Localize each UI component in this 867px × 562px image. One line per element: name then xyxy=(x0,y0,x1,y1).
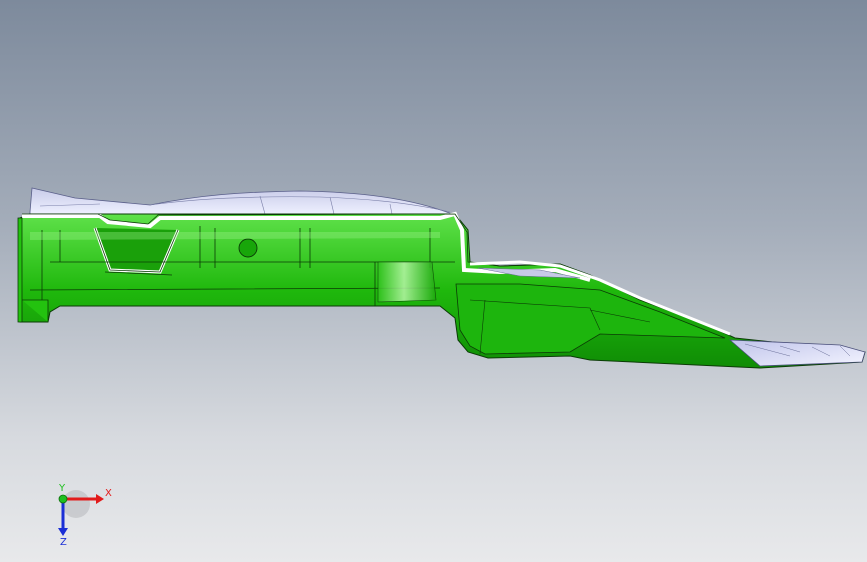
x-axis-label: X xyxy=(105,488,112,499)
z-axis-arrow xyxy=(58,528,68,536)
y-axis-label: Y xyxy=(58,483,66,494)
y-axis-dot xyxy=(58,494,68,504)
hole-boss xyxy=(238,238,258,258)
cylinder-highlight xyxy=(377,261,437,303)
part-model[interactable] xyxy=(0,0,867,562)
triad-origin-shadow xyxy=(62,490,90,518)
dome-surface xyxy=(29,187,453,215)
coordinate-triad: X Y Z xyxy=(58,483,112,546)
z-axis-label: Z xyxy=(60,537,67,546)
x-axis-arrow xyxy=(96,494,104,504)
graphics-viewport[interactable]: X Y Z xyxy=(0,0,867,562)
